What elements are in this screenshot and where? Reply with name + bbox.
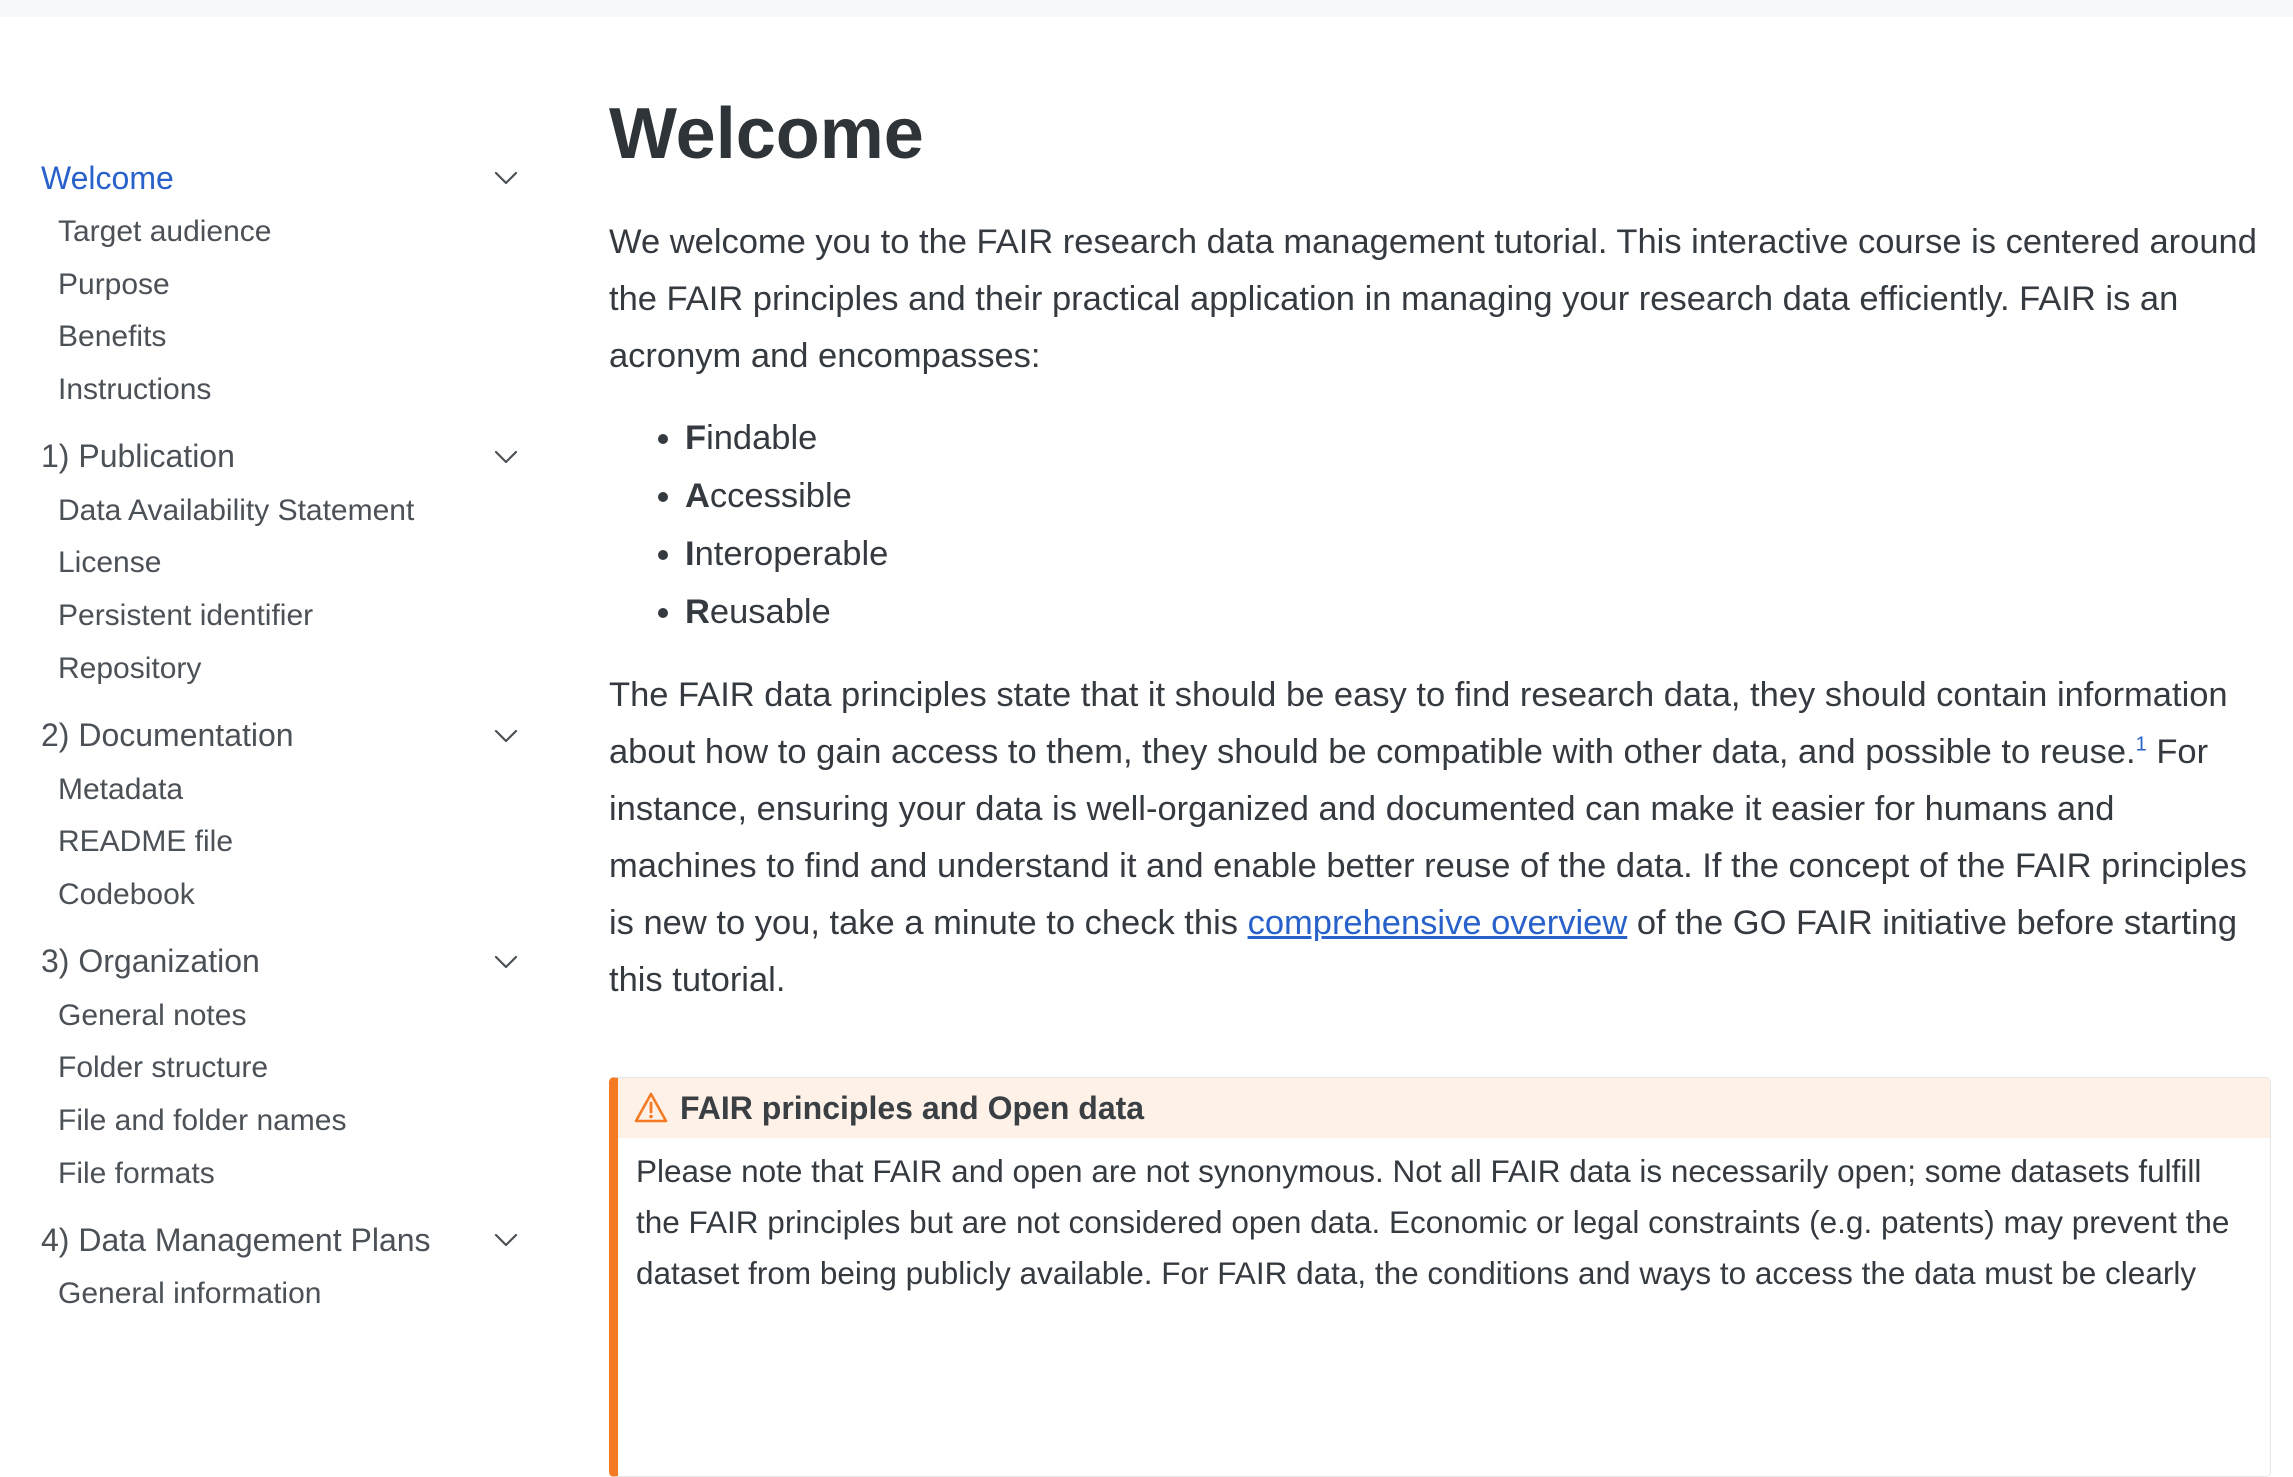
page-title: Welcome (609, 94, 924, 174)
fair-list-item: Reusable (685, 583, 2269, 641)
footnote-ref[interactable]: 1 (2136, 734, 2147, 756)
sidebar-section-header[interactable]: 3) Organization (0, 934, 521, 990)
fair-list-item: Findable (685, 409, 2269, 467)
fair-list-item: Accessible (685, 467, 2269, 525)
sidebar-item[interactable]: General notes (0, 990, 540, 1043)
sidebar-item[interactable]: General information (0, 1268, 540, 1321)
sidebar-section-label: 3) Organization (41, 943, 260, 980)
callout-header: FAIR principles and Open data (618, 1078, 2270, 1138)
warning-callout: FAIR principles and Open data Please not… (609, 1077, 2271, 1477)
fair-list-item: Interoperable (685, 525, 2269, 583)
fair-initial: F (685, 419, 707, 457)
chevron-down-icon[interactable] (491, 721, 521, 751)
sidebar-section-header[interactable]: 2) Documentation (0, 708, 521, 764)
sidebar-section-header[interactable]: 1) Publication (0, 429, 521, 485)
sidebar-item[interactable]: Persistent identifier (0, 590, 540, 643)
sidebar-item[interactable]: License (0, 537, 540, 590)
sidebar-item[interactable]: README file (0, 816, 540, 869)
fair-rest: indable (706, 419, 818, 457)
top-bar (0, 0, 2293, 17)
sidebar-section: 3) Organization General notes Folder struc… (0, 934, 540, 1213)
callout-body: Please note that FAIR and open are not s… (636, 1153, 2230, 1291)
sidebar-section-label: 2) Documentation (41, 717, 294, 753)
chevron-down-icon[interactable] (491, 442, 521, 472)
fair-initial: A (685, 477, 710, 515)
fair-rest: ccessible (709, 477, 852, 515)
sidebar-item[interactable]: File formats (0, 1148, 540, 1201)
sidebar-item[interactable]: Benefits (0, 311, 540, 364)
chevron-down-icon[interactable] (491, 1225, 521, 1255)
p2-text-1: The FAIR data principles state that it s… (609, 676, 2228, 771)
sidebar-item[interactable]: Repository (0, 643, 540, 696)
sidebar-item[interactable]: Folder structure (0, 1042, 540, 1095)
sidebar-nav: Welcome Target audience Purpose Benefits Ins… (0, 150, 540, 1333)
fair-rest: eusable (709, 593, 831, 631)
sidebar-item[interactable]: Purpose (0, 259, 540, 312)
sidebar-section: Welcome Target audience Purpose Benefits Ins… (0, 150, 540, 429)
sidebar-section-label: Welcome (41, 159, 174, 196)
fair-explanation-paragraph: The FAIR data principles state that it s… (609, 667, 2269, 1009)
sidebar-item[interactable]: Target audience (0, 206, 540, 259)
warning-icon (634, 1092, 668, 1124)
callout-title: FAIR principles and Open data (680, 1089, 1145, 1126)
sidebar-item[interactable]: Metadata (0, 764, 540, 817)
chevron-down-icon[interactable] (491, 163, 521, 193)
sidebar-section-label: 1) Publication (41, 438, 235, 475)
sidebar-item[interactable]: Data Availability Statement (0, 485, 540, 538)
sidebar-section-header[interactable]: Welcome (0, 150, 521, 206)
fair-rest: nteroperable (694, 535, 889, 573)
sidebar-item[interactable]: Codebook (0, 869, 540, 922)
sidebar-section-header[interactable]: 4) Data Management Plans (0, 1212, 521, 1268)
main-content: Welcome We welcome you to the FAIR resea… (609, 80, 2271, 1477)
fair-list: FindableAccessibleInteroperableReusable (609, 409, 2269, 641)
fair-initial: R (685, 593, 710, 631)
intro-paragraph: We welcome you to the FAIR research data… (609, 223, 2257, 375)
sidebar-item[interactable]: Instructions (0, 364, 540, 417)
fair-initial: I (685, 535, 695, 573)
sidebar-section: 1) Publication Data Availability Statemen… (0, 429, 540, 708)
sidebar-item[interactable]: File and folder names (0, 1095, 540, 1148)
sidebar-section: 2) Documentation Metadata README file Codeb… (0, 708, 540, 934)
comprehensive-overview-link[interactable]: comprehensive overview (1248, 904, 1628, 942)
chevron-down-icon[interactable] (491, 947, 521, 977)
sidebar-section-label: 4) Data Management Plans (41, 1221, 431, 1258)
sidebar-section: 4) Data Management Plans General informat… (0, 1212, 540, 1333)
